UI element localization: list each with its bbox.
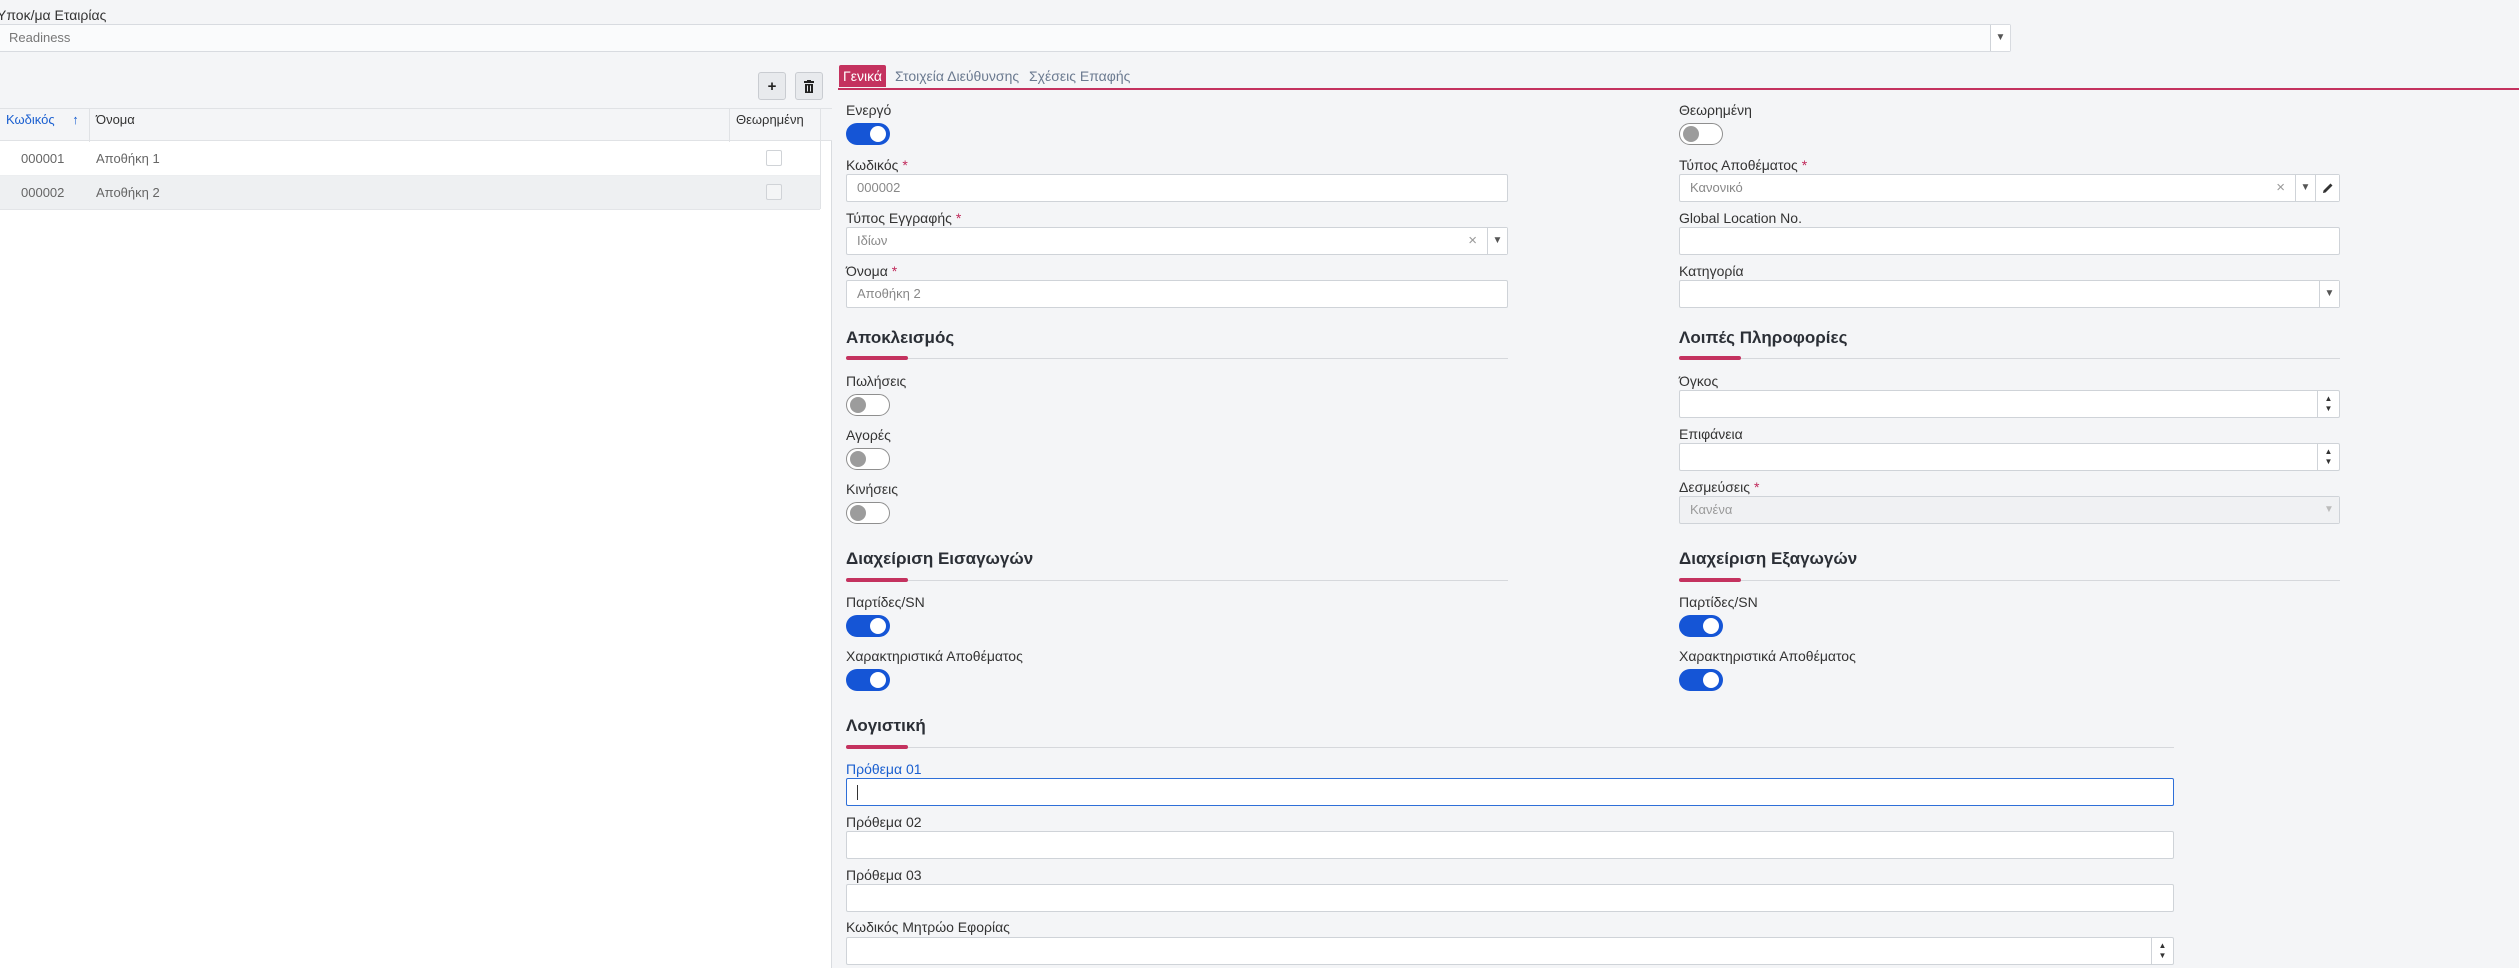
considered-toggle[interactable] — [1679, 123, 1723, 145]
record-type-select[interactable]: Ιδίων × ▼ — [846, 227, 1508, 255]
surface-field[interactable]: ▲ ▼ — [1679, 443, 2340, 471]
code-field[interactable]: 000002 — [846, 174, 1508, 202]
purchases-label: Αγορές — [846, 427, 891, 443]
sales-toggle[interactable] — [846, 394, 890, 416]
movements-toggle[interactable] — [846, 502, 890, 524]
chevron-down-icon[interactable]: ▼ — [1487, 228, 1507, 254]
surface-label: Επιφάνεια — [1679, 426, 1743, 442]
delete-button[interactable] — [795, 72, 823, 100]
accounting-title: Λογιστική — [846, 716, 926, 735]
exports-attributes-toggle[interactable] — [1679, 669, 1723, 691]
text-cursor — [857, 785, 858, 801]
row-name: Αποθήκη 2 — [96, 185, 160, 200]
gln-label: Global Location No. — [1679, 210, 1802, 226]
trash-icon — [804, 79, 814, 93]
name-label: Όνομα * — [846, 263, 898, 279]
name-field[interactable]: Αποθήκη 2 — [846, 280, 1508, 308]
active-label: Ενεργό — [846, 102, 892, 118]
col-header-name[interactable]: Όνομα — [96, 112, 135, 127]
arrow-up-icon: ↑ — [72, 112, 79, 127]
close-icon[interactable]: × — [1468, 228, 1477, 254]
sales-label: Πωλήσεις — [846, 373, 907, 389]
stock-type-label: Τύπος Αποθέματος * — [1679, 157, 1808, 173]
active-toggle[interactable] — [846, 123, 890, 145]
col-header-code[interactable]: Κωδικός ↑ — [6, 112, 79, 127]
grid-col-divider-3 — [820, 109, 821, 209]
col-header-considered[interactable]: Θεωρημένη — [736, 112, 804, 127]
exclusion-accent — [846, 356, 908, 360]
chevron-down-icon[interactable]: ▼ — [2295, 175, 2315, 201]
accounting-accent — [846, 745, 908, 749]
exports-accent — [1679, 578, 1741, 582]
grid-toolbar — [0, 64, 832, 109]
company-select[interactable]: Readiness ▼ — [0, 24, 2011, 52]
imports-attributes-toggle[interactable] — [846, 669, 890, 691]
company-label: Υποκ/μα Εταιρίας — [0, 7, 107, 23]
chevron-down-icon[interactable]: ▼ — [2319, 497, 2339, 523]
commitments-select[interactable]: Κανένα ▼ — [1679, 496, 2340, 524]
exports-divider — [1679, 580, 2340, 581]
prefix1-label: Πρόθεμα 01 — [846, 761, 922, 777]
prefix2-field[interactable] — [846, 831, 2174, 859]
row-considered-checkbox[interactable] — [766, 184, 782, 200]
tabs-underline — [838, 88, 2519, 90]
row-considered-checkbox[interactable] — [766, 150, 782, 166]
table-row[interactable]: 000002 Αποθήκη 2 — [0, 176, 820, 210]
volume-field[interactable]: ▲ ▼ — [1679, 390, 2340, 418]
volume-stepper[interactable]: ▲ ▼ — [2317, 391, 2339, 417]
category-select[interactable]: ▼ — [1679, 280, 2340, 308]
stock-type-select[interactable]: Κανονικό × ▼ — [1679, 174, 2340, 202]
edit-button[interactable] — [2315, 175, 2339, 201]
prefix3-field[interactable] — [846, 884, 2174, 912]
tax-office-label: Κωδικός Μητρώο Εφορίας — [846, 919, 1010, 935]
imports-title: Διαχείριση Εισαγωγών — [846, 549, 1034, 568]
record-type-label: Τύπος Εγγραφής * — [846, 210, 962, 226]
commitments-label: Δεσμεύσεις * — [1679, 479, 1760, 495]
add-button[interactable]: + — [758, 72, 786, 100]
volume-label: Όγκος — [1679, 373, 1719, 389]
tax-office-stepper[interactable]: ▲ ▼ — [2151, 938, 2173, 964]
code-label: Κωδικός * — [846, 157, 908, 173]
chevron-down-icon[interactable]: ▼ — [1990, 25, 2010, 51]
row-name: Αποθήκη 1 — [96, 151, 160, 166]
gln-field[interactable] — [1679, 227, 2340, 255]
other-info-accent — [1679, 356, 1741, 360]
close-icon[interactable]: × — [2276, 175, 2285, 201]
other-info-divider — [1679, 358, 2340, 359]
pencil-icon — [2322, 183, 2332, 193]
movements-label: Κινήσεις — [846, 481, 898, 497]
exclusion-divider — [846, 358, 1508, 359]
table-row[interactable]: 000001 Αποθήκη 1 — [0, 142, 820, 176]
imports-attributes-label: Χαρακτηριστικά Αποθέματος — [846, 648, 1023, 664]
company-value: Readiness — [9, 30, 71, 45]
exports-lots-toggle[interactable] — [1679, 615, 1723, 637]
exports-title: Διαχείριση Εξαγωγών — [1679, 549, 1858, 568]
tab-general[interactable]: Γενικά — [839, 65, 886, 87]
category-label: Κατηγορία — [1679, 263, 1744, 279]
imports-lots-label: Παρτίδες/SN — [846, 594, 925, 610]
tab-address[interactable]: Στοιχεία Διεύθυνσης — [891, 65, 1023, 87]
tax-office-field[interactable]: ▲ ▼ — [846, 937, 2174, 965]
other-info-title: Λοιπές Πληροφορίες — [1679, 328, 1848, 347]
plus-icon: + — [767, 77, 777, 95]
chevron-down-icon[interactable]: ▼ — [2319, 281, 2339, 307]
exports-lots-label: Παρτίδες/SN — [1679, 594, 1758, 610]
surface-stepper[interactable]: ▲ ▼ — [2317, 444, 2339, 470]
prefix1-field[interactable] — [846, 778, 2174, 806]
accounting-divider — [846, 747, 2174, 748]
prefix2-label: Πρόθεμα 02 — [846, 814, 922, 830]
tab-contacts[interactable]: Σχέσεις Επαφής — [1025, 65, 1134, 87]
prefix3-label: Πρόθεμα 03 — [846, 867, 922, 883]
row-code: 000002 — [21, 185, 65, 200]
exports-attributes-label: Χαρακτηριστικά Αποθέματος — [1679, 648, 1856, 664]
imports-lots-toggle[interactable] — [846, 615, 890, 637]
considered-label: Θεωρημένη — [1679, 102, 1752, 118]
purchases-toggle[interactable] — [846, 448, 890, 470]
imports-divider — [846, 580, 1508, 581]
imports-accent — [846, 578, 908, 582]
exclusion-title: Αποκλεισμός — [846, 328, 955, 347]
row-code: 000001 — [21, 151, 65, 166]
